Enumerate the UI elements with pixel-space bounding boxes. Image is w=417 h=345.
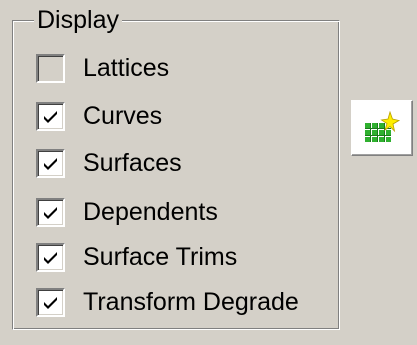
- checkbox-curves[interactable]: Curves: [36, 99, 162, 133]
- checkbox-transform-degrade[interactable]: Transform Degrade: [36, 285, 299, 319]
- checkbox-dependents[interactable]: Dependents: [36, 195, 218, 229]
- checkmark-icon: [44, 206, 57, 219]
- checkbox-lattices[interactable]: Lattices: [36, 51, 169, 85]
- checkbox-label: Transform Degrade: [83, 287, 299, 316]
- checkbox-surfaces[interactable]: Surfaces: [36, 146, 182, 180]
- checkbox-box[interactable]: [36, 53, 65, 83]
- checkbox-label: Surfaces: [83, 148, 182, 177]
- checkmark-icon: [44, 251, 57, 264]
- checkbox-label: Curves: [83, 101, 163, 130]
- display-group-title: Display: [34, 5, 122, 35]
- nurbs-surface-sparkle-icon: [365, 111, 401, 142]
- checkbox-box[interactable]: [36, 197, 65, 227]
- checkmark-icon: [44, 110, 57, 123]
- checkbox-surface-trims[interactable]: Surface Trims: [36, 240, 237, 274]
- checkbox-label: Lattices: [83, 53, 170, 82]
- nurbs-display-button[interactable]: [351, 100, 413, 156]
- checkbox-box[interactable]: [36, 101, 65, 131]
- checkbox-box[interactable]: [36, 148, 65, 178]
- checkbox-box[interactable]: [36, 287, 65, 317]
- checkmark-icon: [44, 296, 57, 309]
- checkbox-box[interactable]: [36, 242, 65, 272]
- checkbox-label: Surface Trims: [83, 242, 238, 271]
- checkbox-label: Dependents: [83, 197, 218, 226]
- checkmark-icon: [44, 157, 57, 170]
